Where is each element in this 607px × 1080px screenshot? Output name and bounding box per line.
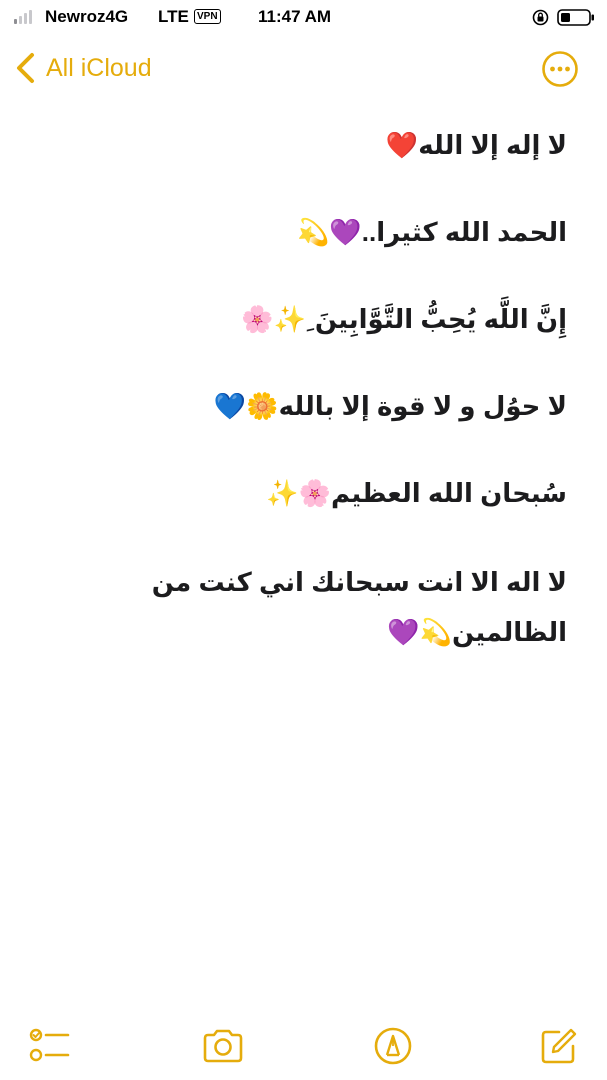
emoji-sparkles-blossom-icon: ✨🌸 xyxy=(241,305,306,335)
back-button[interactable]: All iCloud xyxy=(12,51,152,85)
checklist-button[interactable] xyxy=(28,1024,72,1068)
ellipsis-circle-icon[interactable] xyxy=(541,50,579,88)
note-body[interactable]: لا إله إلا الله❤️ الحمد الله كثيرا..💜💫 إ… xyxy=(40,122,567,698)
emoji-daisy-blue-heart-icon: 🌼💙 xyxy=(213,392,279,422)
signal-strength-icon xyxy=(14,10,32,24)
note-line: سُبحان الله العظيم🌸✨ xyxy=(40,470,567,517)
note-line: إِنَّ اللَّه يُحِبُّ التَّوَّابِينَ ِ✨🌸 xyxy=(40,296,567,343)
camera-icon xyxy=(203,1029,243,1063)
compose-button[interactable] xyxy=(537,1024,581,1068)
status-time: 11:47 AM xyxy=(258,7,332,26)
orientation-lock-icon xyxy=(532,9,549,26)
emoji-dizzy-purple-heart-icon: 💫💜 xyxy=(387,618,453,648)
status-bar: Newroz4G LTE VPN 11:47 AM xyxy=(0,0,607,36)
markup-pen-icon xyxy=(374,1027,412,1065)
emoji-purple-heart-dizzy-icon: 💜💫 xyxy=(297,218,362,248)
note-line-text: لا إله إلا الله xyxy=(418,130,567,160)
carrier-name: Newroz4G xyxy=(45,7,129,26)
note-line: الحمد الله كثيرا..💜💫 xyxy=(40,209,567,256)
note-line-text: لا حوُل و لا قوة إلا بالله xyxy=(278,391,567,421)
vpn-badge: VPN xyxy=(194,9,221,24)
note-line: لا إله إلا الله❤️ xyxy=(40,122,567,169)
note-line-text: إِنَّ اللَّه يُحِبُّ التَّوَّابِينَ ِ xyxy=(305,304,567,334)
emoji-blossom-sparkles-icon: 🌸✨ xyxy=(266,479,331,509)
note-line-text: سُبحان الله العظيم xyxy=(330,478,567,508)
compose-icon xyxy=(541,1028,577,1064)
bottom-toolbar xyxy=(0,1020,607,1070)
back-button-label: All iCloud xyxy=(46,53,152,82)
markup-button[interactable] xyxy=(371,1024,415,1068)
note-line-text: الحمد الله كثيرا.. xyxy=(361,217,567,247)
note-line: لا اله الا انت سبحانك اني كنت من الظالمي… xyxy=(40,557,567,658)
emoji-heart-icon: ❤️ xyxy=(385,131,419,161)
chevron-left-icon xyxy=(17,53,34,83)
checklist-icon xyxy=(29,1028,70,1062)
network-type: LTE xyxy=(158,7,189,26)
note-line: لا حوُل و لا قوة إلا بالله🌼💙 xyxy=(40,383,567,430)
navigation-bar: All iCloud xyxy=(0,44,607,94)
camera-button[interactable] xyxy=(201,1024,245,1068)
note-line-text: لا اله الا انت سبحانك اني كنت من الظالمي… xyxy=(151,567,567,647)
battery-icon xyxy=(557,9,594,26)
